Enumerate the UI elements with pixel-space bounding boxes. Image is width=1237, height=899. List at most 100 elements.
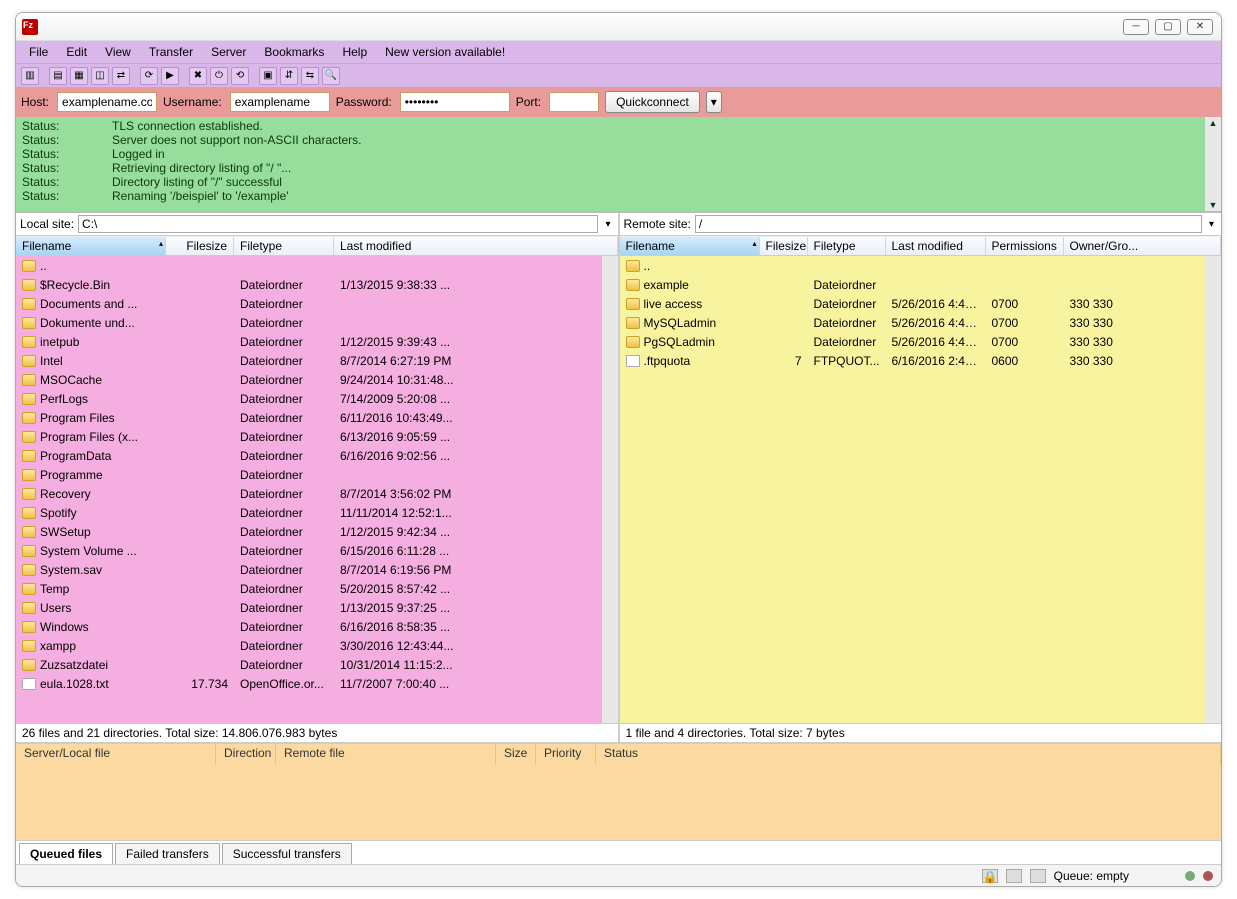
menu-help[interactable]: Help — [334, 43, 375, 61]
list-item[interactable]: TempDateiordner5/20/2015 8:57:42 ... — [16, 579, 602, 598]
app-window: ─ ▢ ✕ File Edit View Transfer Server Boo… — [15, 12, 1222, 887]
list-item[interactable]: exampleDateiordner — [620, 275, 1206, 294]
log-label: Status: — [22, 147, 112, 161]
menubar: File Edit View Transfer Server Bookmarks… — [16, 41, 1221, 63]
folder-icon — [22, 583, 36, 595]
qcol-remote[interactable]: Remote file — [276, 744, 496, 764]
rcol-owner[interactable]: Owner/Gro... — [1064, 237, 1222, 255]
local-scrollbar[interactable] — [602, 256, 618, 723]
local-file-list[interactable]: ..$Recycle.BinDateiordner1/13/2015 9:38:… — [16, 256, 602, 723]
folder-icon — [22, 602, 36, 614]
pass-label: Password: — [336, 95, 392, 109]
folder-icon — [22, 298, 36, 310]
tb-compare-icon[interactable]: ⇵ — [280, 67, 298, 85]
tb-sync-icon[interactable]: ⇄ — [112, 67, 130, 85]
tb-togglelog-icon[interactable]: ▤ — [49, 67, 67, 85]
list-item[interactable]: SpotifyDateiordner11/11/2014 12:52:1... — [16, 503, 602, 522]
menu-server[interactable]: Server — [203, 43, 254, 61]
tb-toggletree-icon[interactable]: ▦ — [70, 67, 88, 85]
log-message: TLS connection established. — [112, 119, 263, 133]
tb-sitemanager-icon[interactable]: ▥ — [21, 67, 39, 85]
list-item[interactable]: WindowsDateiordner6/16/2016 8:58:35 ... — [16, 617, 602, 636]
qcol-direction[interactable]: Direction — [216, 744, 276, 764]
tab-success[interactable]: Successful transfers — [222, 843, 352, 864]
list-item[interactable]: ZuzsatzdateiDateiordner10/31/2014 11:15:… — [16, 655, 602, 674]
quickconnect-button[interactable]: Quickconnect — [605, 91, 700, 113]
list-item[interactable]: ProgrammeDateiordner — [16, 465, 602, 484]
tb-syncbrowse-icon[interactable]: ⇆ — [301, 67, 319, 85]
tab-failed[interactable]: Failed transfers — [115, 843, 220, 864]
list-item[interactable]: RecoveryDateiordner8/7/2014 3:56:02 PM — [16, 484, 602, 503]
log-message: Server does not support non-ASCII charac… — [112, 133, 361, 147]
local-path-input[interactable] — [78, 215, 598, 233]
local-path-dropdown[interactable]: ▾ — [602, 219, 613, 230]
list-item[interactable]: $Recycle.BinDateiordner1/13/2015 9:38:33… — [16, 275, 602, 294]
col-filetype[interactable]: Filetype — [234, 237, 334, 255]
rcol-filename[interactable]: Filename — [620, 237, 760, 255]
col-filename[interactable]: Filename — [16, 237, 166, 255]
queue-body[interactable] — [16, 764, 1221, 840]
list-item[interactable]: Program Files (x...Dateiordner6/13/2016 … — [16, 427, 602, 446]
qcol-server[interactable]: Server/Local file — [16, 744, 216, 764]
list-item[interactable]: inetpubDateiordner1/12/2015 9:39:43 ... — [16, 332, 602, 351]
tb-search-icon[interactable]: 🔍 — [322, 67, 340, 85]
list-item[interactable]: ProgramDataDateiordner6/16/2016 9:02:56 … — [16, 446, 602, 465]
rcol-modified[interactable]: Last modified — [886, 237, 986, 255]
list-item[interactable]: Program FilesDateiordner6/11/2016 10:43:… — [16, 408, 602, 427]
list-item[interactable]: MSOCacheDateiordner9/24/2014 10:31:48... — [16, 370, 602, 389]
list-item[interactable]: eula.1028.txt17.734OpenOffice.or...11/7/… — [16, 674, 602, 693]
col-modified[interactable]: Last modified — [334, 237, 618, 255]
list-item[interactable]: PgSQLadminDateiordner5/26/2016 4:43:...0… — [620, 332, 1206, 351]
rcol-filesize[interactable]: Filesize — [760, 237, 808, 255]
qcol-size[interactable]: Size — [496, 744, 536, 764]
maximize-button[interactable]: ▢ — [1155, 19, 1181, 35]
user-input[interactable] — [230, 92, 330, 112]
tb-reconnect-icon[interactable]: ⟲ — [231, 67, 249, 85]
list-item[interactable]: .ftpquota7FTPQUOT...6/16/2016 2:49:...06… — [620, 351, 1206, 370]
list-item[interactable]: live accessDateiordner5/26/2016 4:43:...… — [620, 294, 1206, 313]
folder-icon — [22, 621, 36, 633]
tab-queued[interactable]: Queued files — [19, 843, 113, 864]
menu-edit[interactable]: Edit — [58, 43, 95, 61]
list-item[interactable]: UsersDateiordner1/13/2015 9:37:25 ... — [16, 598, 602, 617]
close-button[interactable]: ✕ — [1187, 19, 1213, 35]
remote-scrollbar[interactable] — [1205, 256, 1221, 723]
menu-file[interactable]: File — [21, 43, 56, 61]
remote-path-dropdown[interactable]: ▾ — [1206, 219, 1217, 230]
minimize-button[interactable]: ─ — [1123, 19, 1149, 35]
list-item[interactable]: PerfLogsDateiordner7/14/2009 5:20:08 ... — [16, 389, 602, 408]
tb-togglequeue-icon[interactable]: ◫ — [91, 67, 109, 85]
tb-processqueue-icon[interactable]: ▶ — [161, 67, 179, 85]
tb-refresh-icon[interactable]: ⟳ — [140, 67, 158, 85]
list-item[interactable]: .. — [16, 256, 602, 275]
remote-path-input[interactable] — [695, 215, 1202, 233]
tb-cancel-icon[interactable]: ✖ — [189, 67, 207, 85]
tb-filter-icon[interactable]: ▣ — [259, 67, 277, 85]
quickconnect-dropdown[interactable]: ▾ — [706, 91, 722, 113]
menu-bookmarks[interactable]: Bookmarks — [256, 43, 332, 61]
list-item[interactable]: System Volume ...Dateiordner6/15/2016 6:… — [16, 541, 602, 560]
list-item[interactable]: xamppDateiordner3/30/2016 12:43:44... — [16, 636, 602, 655]
folder-icon — [22, 393, 36, 405]
remote-file-list[interactable]: ..exampleDateiordnerlive accessDateiordn… — [620, 256, 1206, 723]
host-input[interactable] — [57, 92, 157, 112]
col-filesize[interactable]: Filesize — [166, 237, 234, 255]
qcol-priority[interactable]: Priority — [536, 744, 596, 764]
list-item[interactable]: IntelDateiordner8/7/2014 6:27:19 PM — [16, 351, 602, 370]
list-item[interactable]: Documents and ...Dateiordner — [16, 294, 602, 313]
list-item[interactable]: .. — [620, 256, 1206, 275]
list-item[interactable]: Dokumente und...Dateiordner — [16, 313, 602, 332]
qcol-status[interactable]: Status — [596, 744, 1221, 764]
list-item[interactable]: SWSetupDateiordner1/12/2015 9:42:34 ... — [16, 522, 602, 541]
rcol-filetype[interactable]: Filetype — [808, 237, 886, 255]
list-item[interactable]: MySQLadminDateiordner5/26/2016 4:43:...0… — [620, 313, 1206, 332]
rcol-permissions[interactable]: Permissions — [986, 237, 1064, 255]
menu-transfer[interactable]: Transfer — [141, 43, 201, 61]
pass-input[interactable] — [400, 92, 510, 112]
log-scrollbar[interactable]: ▲▼ — [1205, 117, 1221, 211]
list-item[interactable]: System.savDateiordner8/7/2014 6:19:56 PM — [16, 560, 602, 579]
tb-disconnect-icon[interactable]: ⏻ — [210, 67, 228, 85]
port-input[interactable] — [549, 92, 599, 112]
menu-new-version[interactable]: New version available! — [377, 43, 513, 61]
menu-view[interactable]: View — [97, 43, 139, 61]
